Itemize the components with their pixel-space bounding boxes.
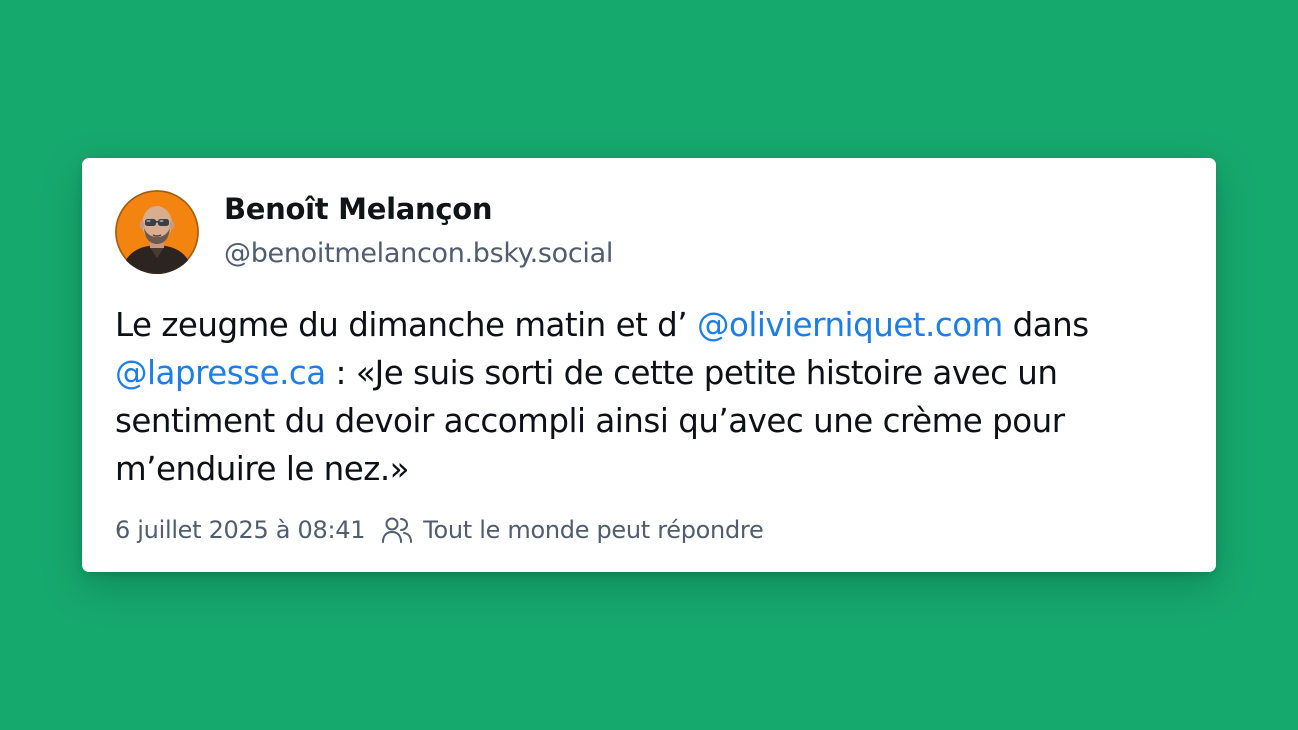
- author-display-name[interactable]: Benoît Melançon: [224, 192, 492, 226]
- mention-link-lapresse[interactable]: @lapresse.ca: [115, 354, 326, 392]
- post-timestamp[interactable]: 6 juillet 2025 à 08:41: [115, 516, 366, 544]
- post-card: Benoît Melançon @benoitmelancon.bsky.soc…: [82, 158, 1216, 572]
- post-text-segment: dans: [1002, 306, 1090, 344]
- post-meta: 6 juillet 2025 à 08:41 Tout le monde peu…: [115, 515, 764, 545]
- author-handle[interactable]: @benoitmelancon.bsky.social: [224, 238, 613, 269]
- post-text: Le zeugme du dimanche matin et d’ @olivi…: [115, 301, 1190, 493]
- post-text-segment: Le zeugme du dimanche matin et d’: [115, 306, 697, 344]
- people-icon: [381, 515, 413, 545]
- bald-man-with-sunglasses-avatar-icon: [115, 190, 199, 274]
- reply-setting-label[interactable]: Tout le monde peut répondre: [423, 516, 764, 544]
- mention-link-olivierniquet[interactable]: @olivierniquet.com: [697, 306, 1003, 344]
- author-avatar[interactable]: [115, 190, 199, 274]
